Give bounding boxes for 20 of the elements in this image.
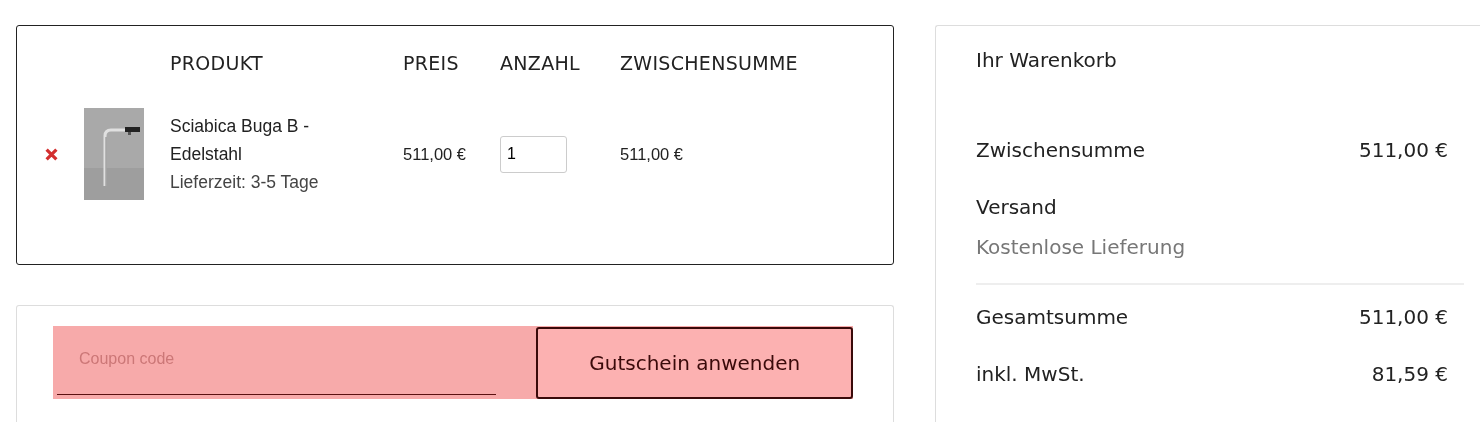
- product-name[interactable]: Sciabica Buga B - Edelstahl: [170, 112, 370, 168]
- delivery-time: Lieferzeit: 3-5 Tage: [170, 171, 319, 194]
- column-header: PREIS: [403, 51, 460, 76]
- product-price: 511,00 €: [403, 144, 466, 164]
- apply-coupon-button[interactable]: Gutschein anwenden: [536, 326, 853, 399]
- summary-amount: 511,00 €: [1358, 138, 1448, 162]
- column-header: PRODUKT: [170, 51, 264, 76]
- summary-amount: 511,00 €: [1358, 305, 1448, 329]
- shipping-note: Kostenlose Lieferung: [976, 235, 1187, 259]
- summary-amount: 81,59 €: [1371, 362, 1448, 386]
- summary-label: inkl. MwSt.: [976, 362, 1085, 386]
- quantity-field[interactable]: 1: [500, 135, 567, 173]
- remove-icon[interactable]: [45, 147, 58, 161]
- summary-label: Gesamtsumme: [976, 305, 1129, 329]
- summary-title: Ihr Warenkorb: [976, 48, 1118, 74]
- summary-label: Versand: [976, 195, 1058, 219]
- column-header: ANZAHL: [500, 51, 581, 76]
- summary-label: Zwischensumme: [976, 138, 1146, 162]
- product-subtotal: 511,00 €: [620, 144, 683, 164]
- column-header: ZWISCHENSUMME: [620, 51, 799, 76]
